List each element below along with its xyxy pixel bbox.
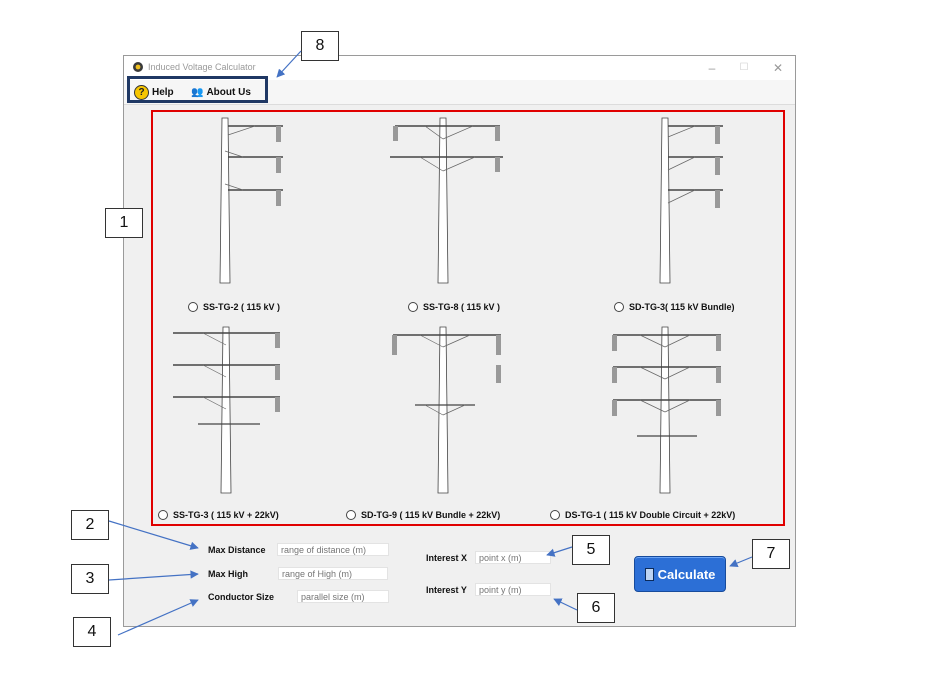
arrow-4 [117,599,199,636]
annotation-arrows [108,50,753,636]
arrow-7 [729,556,753,568]
arrow-8 [276,50,302,78]
arrow-2 [108,520,199,550]
arrow-5 [546,546,573,557]
arrow-6 [553,598,578,611]
arrow-3 [108,570,199,581]
